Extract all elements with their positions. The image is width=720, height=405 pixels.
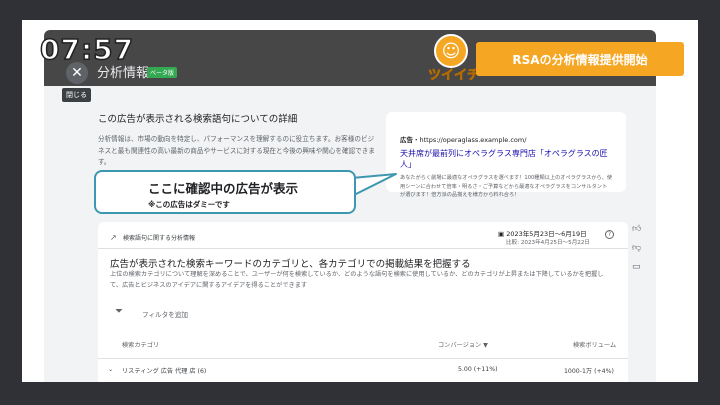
table-row-volume: 1000-1万 (+4%): [564, 368, 614, 375]
add-filter-button[interactable]: フィルタを追加: [142, 309, 188, 319]
title-banner: RSAの分析情報提供開始: [476, 42, 684, 76]
section-heading: この広告が表示される検索語句についての詳細: [98, 114, 298, 125]
thumbs-down-icon[interactable]: 👎︎: [632, 243, 641, 253]
filter-icon[interactable]: ⏷: [115, 306, 123, 317]
callout-pointer: [352, 173, 397, 197]
close-icon: ✕: [71, 65, 83, 81]
expand-chevron-icon[interactable]: ⌄: [108, 366, 113, 373]
panel-heading: 広告が表示された検索キーワードのカテゴリと、各カテゴリでの掲載結果を把握する: [110, 259, 471, 270]
channel-logo: ☺ ツイイチ: [428, 34, 480, 84]
clock-overlay: 07:57: [39, 32, 135, 67]
ad-description: あなたがらく劇場に最適なオペラグラスを選べます！100種類以上のオペラグラスから…: [400, 175, 613, 198]
panel-subtext: 上位の検索カテゴリについて理解を深めることで、ユーザーが何を検索しているか、どの…: [110, 271, 604, 289]
panel-label: 検索語句に関する分析情報: [123, 235, 196, 242]
column-header-conversions[interactable]: コンバージョン ▼: [438, 340, 488, 349]
compare-range: 比較: 2023年4月25日～5月22日: [506, 240, 591, 246]
smile-icon: ☺: [434, 34, 468, 68]
logo-text: ツイイチ: [428, 68, 481, 84]
annotation-callout: ここに確認中の広告が表示 ※この広告はダミーです: [94, 170, 356, 214]
close-tooltip: 閉じる: [62, 88, 91, 102]
ad-headline[interactable]: 天井席が最前列にオペラグラス専門店「オペラグラスの匠人」: [400, 148, 612, 170]
column-header-volume[interactable]: 検索ボリューム: [573, 340, 616, 349]
table-row-conversions: 5.00 (+11%): [458, 366, 498, 373]
callout-sub-text: ※この広告はダミーです: [148, 200, 230, 209]
section-description: 分析情報は、市場の動向を特定し、パフォーマンスを理解するのに役立ちます。お客様の…: [98, 135, 375, 166]
column-header-category[interactable]: 検索カテゴリ: [122, 340, 159, 349]
row-divider: [98, 358, 628, 359]
thumbs-up-icon[interactable]: 👍︎: [632, 224, 641, 234]
ad-url: 広告・https://operaglass.example.com/: [400, 136, 527, 144]
beta-badge: ベータ版: [147, 67, 178, 78]
divider: [98, 248, 628, 249]
ad-preview-card: 広告・https://operaglass.example.com/ 天井席が最…: [386, 112, 626, 198]
help-icon[interactable]: ?: [605, 230, 614, 239]
trend-icon: ↗: [110, 233, 117, 242]
date-range-picker[interactable]: ▣ 2023年5月23日～6月19日: [498, 228, 587, 238]
callout-main-text: ここに確認中の広告が表示: [148, 181, 299, 196]
feedback-icon[interactable]: ▭: [632, 262, 641, 272]
table-row-category[interactable]: リスティング 広告 代理 店 (6): [122, 366, 206, 375]
